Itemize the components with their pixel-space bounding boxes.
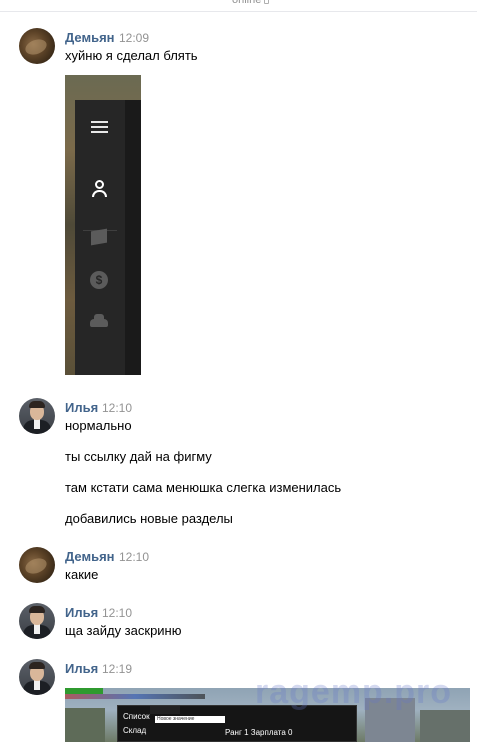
top-strip: online [0, 0, 477, 12]
game-chat-text [65, 694, 205, 699]
message-text: нормально [65, 418, 132, 433]
mobile-icon [264, 0, 270, 4]
avatar[interactable] [19, 398, 55, 434]
building [65, 708, 105, 742]
message-time[interactable]: 12:10 [119, 550, 149, 564]
message-time[interactable]: 12:10 [102, 606, 132, 620]
watermark: ragemp.pro [255, 673, 453, 711]
message-time[interactable]: 12:09 [119, 31, 149, 45]
avatar[interactable] [19, 28, 55, 64]
message-text: какие [65, 567, 99, 582]
avatar[interactable] [19, 603, 55, 639]
message-text: хуйню я сделал блять [65, 48, 198, 63]
avatar[interactable] [19, 659, 55, 695]
menu-panel-edge [125, 100, 141, 375]
game-tab-warehouse: Склад [123, 726, 147, 735]
box-icon [88, 228, 110, 246]
message-text: ты ссылку дай на фигму [65, 449, 212, 464]
game-rank-text: Ранг 1 Зарплата 0 [225, 728, 293, 737]
car-icon [88, 313, 110, 327]
game-input: Новое значение [155, 716, 225, 723]
avatar[interactable] [19, 547, 55, 583]
online-status: online [232, 0, 270, 6]
author-name[interactable]: Илья [65, 605, 98, 620]
message-text: ща зайду заскриню [65, 623, 182, 638]
message-time[interactable]: 12:10 [102, 401, 132, 415]
author-name[interactable]: Демьян [65, 549, 115, 564]
user-icon [88, 180, 110, 197]
building [420, 710, 470, 742]
menu-icon [88, 118, 110, 136]
author-name[interactable]: Илья [65, 400, 98, 415]
message-text: добавились новые разделы [65, 511, 233, 526]
message-time[interactable]: 12:19 [102, 662, 132, 676]
message-text: там кстати сама менюшка слегка изменилас… [65, 480, 342, 495]
game-tab-list: Список [123, 712, 150, 721]
attachment-image[interactable]: $ [65, 75, 141, 375]
author-name[interactable]: Илья [65, 661, 98, 676]
game-header [150, 706, 180, 714]
author-name[interactable]: Демьян [65, 30, 115, 45]
dollar-icon: $ [88, 271, 110, 289]
